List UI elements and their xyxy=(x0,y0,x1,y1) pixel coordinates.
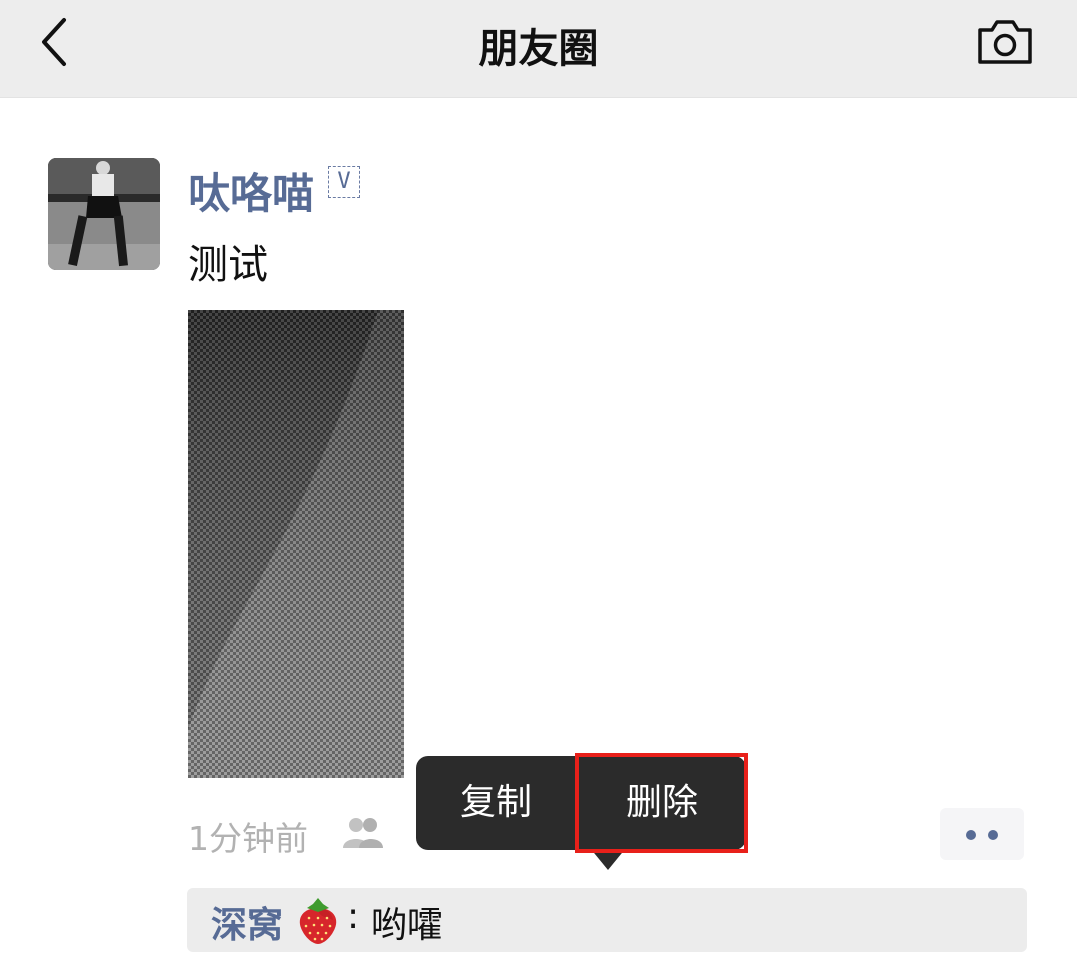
comment-separator: : xyxy=(347,896,360,937)
camera-icon[interactable] xyxy=(972,14,1038,70)
more-dots-icon xyxy=(966,830,976,840)
verified-badge: V xyxy=(328,166,360,198)
comment-author[interactable]: 深窝 xyxy=(211,896,283,948)
post-image[interactable] xyxy=(188,310,404,778)
page-title: 朋友圈 xyxy=(478,26,599,72)
delete-highlight-outline xyxy=(575,753,748,853)
comment-text: 哟嚯 xyxy=(371,905,444,946)
strawberry-icon xyxy=(299,898,337,944)
copy-button[interactable]: 复制 xyxy=(416,756,576,850)
post-author-name[interactable]: 呔咯喵 xyxy=(188,160,314,221)
comment-list: 深窝 : 哟嚯 xyxy=(187,888,1027,952)
more-actions-button[interactable] xyxy=(940,808,1024,860)
people-icon xyxy=(343,818,383,848)
top-navigation-bar: 朋友圈 xyxy=(0,0,1077,98)
post-text: 测试 xyxy=(188,242,268,288)
more-dots-icon-dot xyxy=(988,830,998,840)
avatar[interactable] xyxy=(48,158,160,270)
post-timestamp: 1分钟前 xyxy=(188,819,308,858)
